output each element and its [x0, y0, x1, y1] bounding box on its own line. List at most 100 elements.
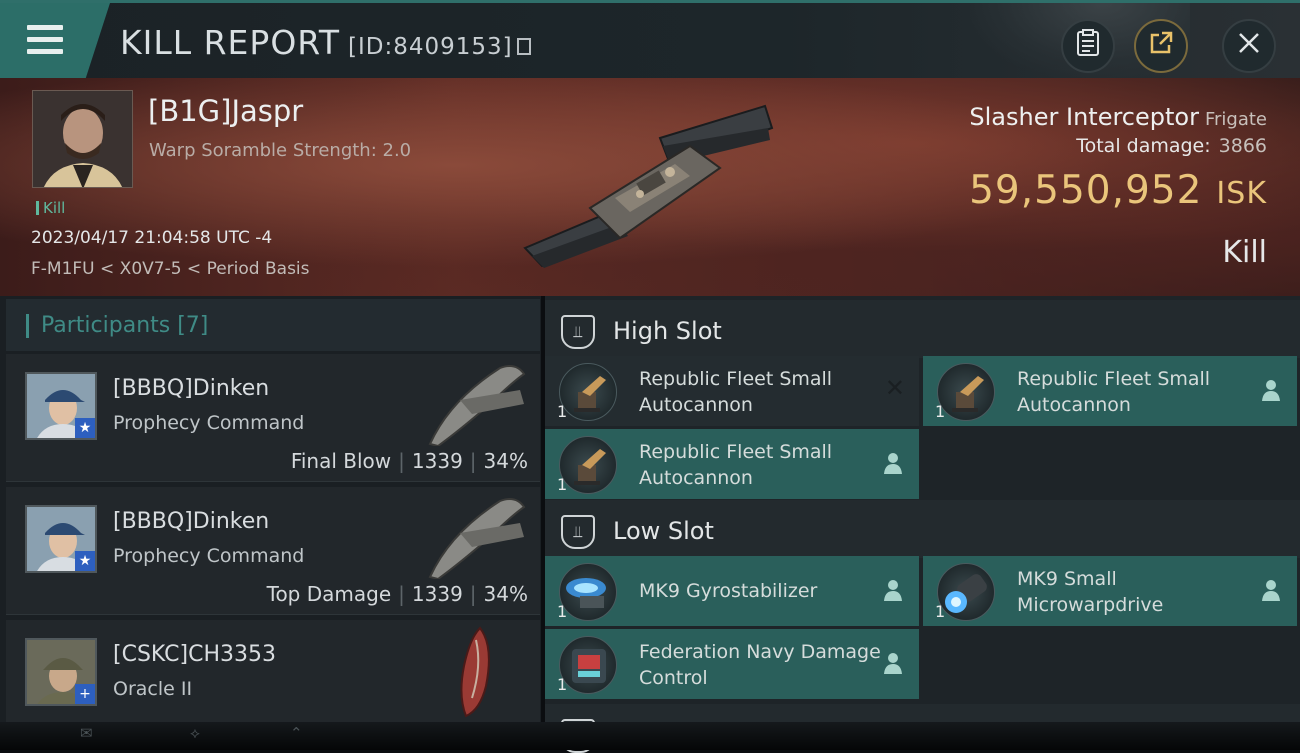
mail-icon[interactable]: ✉ [80, 724, 93, 742]
dropped-person-icon [883, 452, 903, 479]
low-slot-header: ⫫ Low Slot [545, 500, 1300, 558]
destroyed-icon: ✕ [884, 374, 905, 402]
module-quantity: 1 [935, 402, 946, 421]
high-slot-header: ⫫ High Slot [545, 300, 1300, 358]
participant-name: [BBBQ]Dinken [113, 509, 270, 534]
clipboard-icon [1076, 28, 1100, 64]
damage-control-icon [559, 636, 617, 694]
microwarpdrive-icon [937, 563, 995, 621]
gyrostabilizer-icon [559, 563, 617, 621]
close-button[interactable] [1222, 19, 1276, 73]
module-name: Republic Fleet Small Autocannon [1017, 368, 1211, 416]
low-slot-title: Low Slot [613, 517, 714, 545]
victim-ship-name[interactable]: Slasher Interceptor Frigate [969, 103, 1267, 131]
participant-ship: Prophecy Command [113, 545, 305, 567]
module-item[interactable]: 1 MK9 Small Microwarpdrive [923, 556, 1297, 626]
report-id: [ID:8409153] [347, 34, 513, 60]
bottom-nav-strip: ✉ ⟡ ⌃ [0, 722, 1300, 750]
participant-card[interactable]: ★ [BBBQ]Dinken Prophecy Command Final Bl… [6, 354, 540, 482]
dropped-person-icon [883, 652, 903, 679]
kill-tag: Kill [36, 199, 65, 217]
share-icon [1148, 30, 1174, 63]
isk-amount: 59,550,952 [969, 168, 1203, 213]
low-slot-icon: ⫫ [561, 515, 595, 549]
page-title-text: KILL REPORT [120, 23, 340, 62]
victim-name[interactable]: [B1G]Jaspr [148, 94, 303, 128]
plus-badge-icon: + [75, 684, 95, 704]
avatar: ★ [25, 505, 97, 573]
kill-location[interactable]: F-M1FU < X0V7-5 < Period Basis [31, 259, 310, 279]
module-name: MK9 Gyrostabilizer [639, 580, 818, 602]
copy-icon[interactable] [516, 38, 531, 55]
dropped-person-icon [883, 579, 903, 606]
module-item[interactable]: 1 Federation Navy Damage Control [545, 629, 919, 699]
participant-percent: 34% [483, 582, 528, 606]
participant-ship-image [450, 626, 500, 718]
autocannon-icon [559, 436, 617, 494]
autocannon-icon [937, 363, 995, 421]
hamburger-icon [27, 25, 63, 61]
clipboard-button[interactable] [1061, 19, 1115, 73]
ship-name-text: Slasher Interceptor [969, 103, 1199, 131]
module-quantity: 1 [935, 602, 946, 621]
participant-ship: Oracle II [113, 678, 193, 700]
result-label: Kill [1222, 235, 1267, 270]
participant-percent: 34% [483, 449, 528, 473]
menu-button[interactable] [0, 3, 110, 78]
module-name: Federation Navy Damage Control [639, 641, 881, 689]
participant-card[interactable]: ★ [BBBQ]Dinken Prophecy Command Top Dama… [6, 487, 540, 615]
participants-panel: Participants [7] ★ [BBBQ]Dinken Prophecy… [0, 296, 541, 748]
module-quantity: 1 [557, 475, 568, 494]
top-bar: KILL REPORT [ID:8409153] [0, 0, 1300, 78]
participant-ship-image [420, 360, 530, 448]
fittings-panel: ⫫ High Slot 1 Republic Fleet Small Autoc… [545, 296, 1300, 753]
autocannon-icon [559, 363, 617, 421]
avatar: ★ [25, 372, 97, 440]
total-damage-value: 3866 [1218, 135, 1267, 157]
nav-icon[interactable]: ⟡ [190, 724, 200, 742]
participant-role: Top Damage [266, 582, 392, 606]
header-accent-bar [26, 314, 29, 338]
participant-damage: 1339 [411, 449, 463, 473]
module-quantity: 1 [557, 675, 568, 694]
module-quantity: 1 [557, 402, 568, 421]
chevron-up-icon[interactable]: ⌃ [290, 724, 303, 742]
kill-datetime: 2023/04/17 21:04:58 UTC -4 [31, 228, 273, 248]
page-title: KILL REPORT [ID:8409153] [120, 23, 531, 62]
ship-class: Frigate [1204, 109, 1267, 130]
high-slot-icon: ⫫ [561, 315, 595, 349]
isk-value: 59,550,952 ISK [969, 168, 1267, 213]
participant-role: Final Blow [290, 449, 392, 473]
kill-tag-label: Kill [43, 199, 66, 217]
avatar: + [25, 638, 97, 706]
star-badge-icon: ★ [75, 551, 95, 571]
participant-name: [BBBQ]Dinken [113, 376, 270, 401]
module-item[interactable]: 1 Republic Fleet Small Autocannon [545, 429, 919, 499]
share-button[interactable] [1134, 19, 1188, 73]
dropped-person-icon [1261, 379, 1281, 406]
module-item[interactable]: 1 Republic Fleet Small Autocannon ✕ [545, 356, 919, 426]
module-name: Republic Fleet Small Autocannon [639, 441, 833, 489]
participant-ship: Prophecy Command [113, 412, 305, 434]
isk-unit: ISK [1216, 176, 1267, 211]
close-icon [1238, 31, 1260, 61]
high-slot-title: High Slot [613, 317, 722, 345]
dropped-person-icon [1261, 579, 1281, 606]
victim-banner: [B1G]Jaspr Warp Soramble Strength: 2.0 K… [0, 78, 1300, 296]
participant-name: [CSKC]CH3353 [113, 642, 276, 667]
module-name: Republic Fleet Small Autocannon [639, 368, 833, 416]
total-damage-label: Total damage: [1076, 135, 1211, 157]
participant-ship-image [420, 493, 530, 581]
module-item[interactable]: 1 MK9 Gyrostabilizer [545, 556, 919, 626]
participants-title: Participants [7] [41, 313, 209, 338]
participants-header[interactable]: Participants [7] [6, 299, 540, 351]
participant-stats: Top Damage | 1339 | 34% [266, 582, 528, 606]
warp-scramble-strength: Warp Soramble Strength: 2.0 [149, 140, 412, 161]
victim-portrait[interactable] [32, 90, 133, 188]
participant-damage: 1339 [411, 582, 463, 606]
star-badge-icon: ★ [75, 418, 95, 438]
module-item[interactable]: 1 Republic Fleet Small Autocannon [923, 356, 1297, 426]
module-quantity: 1 [557, 602, 568, 621]
participant-stats: Final Blow | 1339 | 34% [290, 449, 528, 473]
victim-ship-image [520, 98, 780, 278]
